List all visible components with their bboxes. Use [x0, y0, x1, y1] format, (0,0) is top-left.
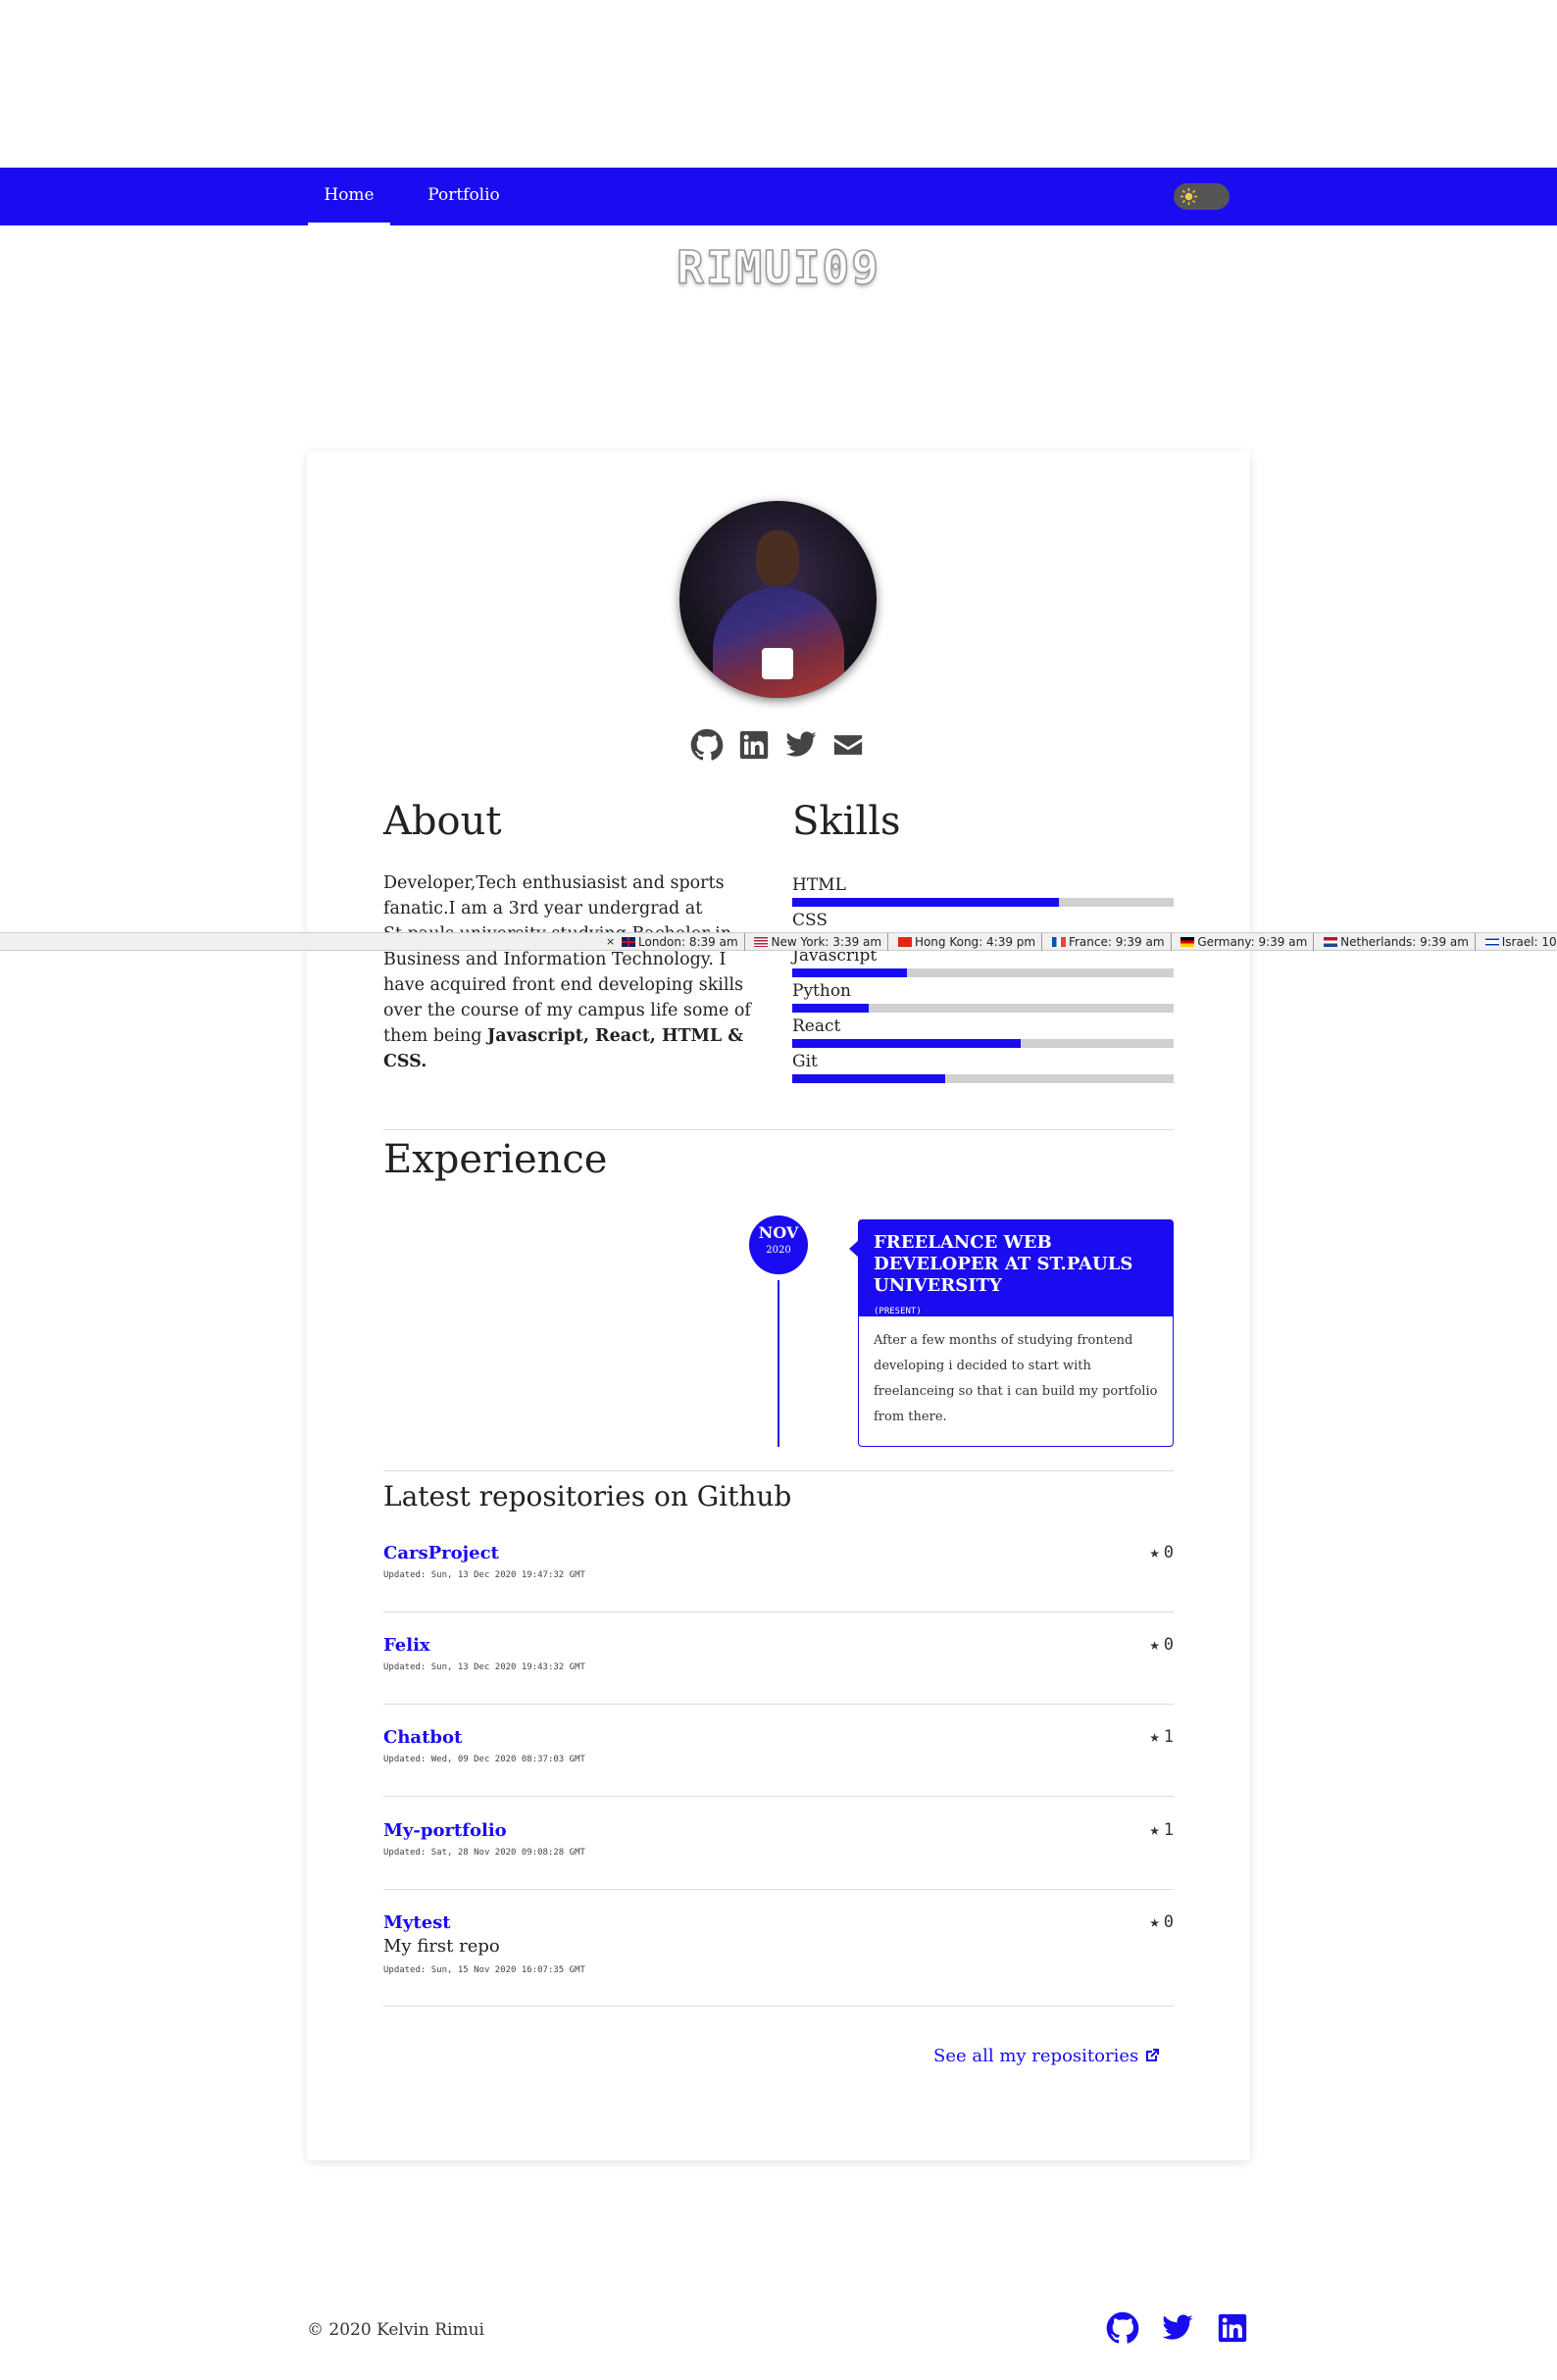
repo-updated: Updated: Wed, 09 Dec 2020 08:37:03 GMT [383, 1755, 585, 1764]
repos-heading: Latest repositories on Github [383, 1480, 792, 1512]
clock-item-israel: Israel: 10:39 am [1480, 933, 1557, 951]
hk-flag-icon [897, 937, 912, 947]
skill-item: Javascript [792, 947, 1174, 977]
experience-description: After a few months of studying frontend … [874, 1333, 1158, 1424]
timeline-line [778, 1280, 779, 1447]
repo-stars: ★ 1 [1149, 1727, 1175, 1747]
email-icon[interactable] [831, 728, 865, 762]
twitter-icon[interactable] [1161, 2311, 1194, 2345]
social-links [690, 728, 867, 762]
about-text: Developer,Tech enthusiasist and sports f… [383, 873, 751, 1071]
star-icon: ★ [1149, 1635, 1160, 1655]
clock-item-new-york: New York: 3:39 am [748, 933, 889, 951]
skill-bar [792, 1004, 1174, 1013]
about-heading: About [383, 799, 502, 844]
repo-updated: Updated: Sat, 28 Nov 2020 09:08:28 GMT [383, 1848, 585, 1858]
experience-date: (PRESENT) [874, 1307, 922, 1316]
skill-item: Python [792, 982, 1174, 1013]
nav-home-link[interactable]: Home [308, 168, 390, 225]
repo-item: Mytest My first repo Updated: Sun, 15 No… [383, 1912, 1174, 2007]
skill-bar [792, 1074, 1174, 1083]
nl-flag-icon [1324, 937, 1338, 947]
repo-updated: Updated: Sun, 13 Dec 2020 19:43:32 GMT [383, 1662, 585, 1672]
repo-stars: ★ 0 [1149, 1543, 1175, 1562]
repo-name-link[interactable]: Felix [383, 1635, 1174, 1659]
divider [383, 1129, 1174, 1130]
skill-item: Git [792, 1053, 1174, 1083]
repo-updated: Updated: Sun, 13 Dec 2020 19:47:32 GMT [383, 1570, 585, 1580]
world-clock-bar: × London: 8:39 am New York: 3:39 am Hong… [0, 932, 1557, 951]
repo-name-link[interactable]: My-portfolio [383, 1820, 1174, 1844]
repo-item: Chatbot Updated: Wed, 09 Dec 2020 08:37:… [383, 1727, 1174, 1797]
clock-item-france: France: 9:39 am [1046, 933, 1172, 951]
linkedin-icon[interactable] [1216, 2311, 1249, 2345]
skill-bar [792, 1039, 1174, 1048]
see-all-repos-link[interactable]: See all my repositories [933, 2046, 1160, 2066]
repo-name-link[interactable]: Mytest [383, 1912, 1174, 1936]
timeline-date-badge: NOV 2020 [749, 1215, 808, 1274]
experience-card: FREELANCE WEB DEVELOPER AT ST.PAULS UNIV… [858, 1219, 1174, 1447]
repo-stars: ★ 0 [1149, 1635, 1175, 1655]
clock-item-london: London: 8:39 am [616, 933, 745, 951]
github-icon[interactable] [1106, 2311, 1139, 2345]
profile-avatar [679, 501, 877, 698]
skills-heading: Skills [792, 799, 901, 844]
repo-item: Felix Updated: Sun, 13 Dec 2020 19:43:32… [383, 1635, 1174, 1705]
repo-name-link[interactable]: CarsProject [383, 1543, 1174, 1566]
repo-stars: ★ 1 [1149, 1820, 1175, 1840]
theme-toggle[interactable] [1174, 183, 1230, 210]
clock-item-netherlands: Netherlands: 9:39 am [1318, 933, 1476, 951]
sun-icon [1180, 187, 1198, 206]
skill-bar [792, 968, 1174, 977]
star-icon: ★ [1149, 1912, 1160, 1932]
repo-name-link[interactable]: Chatbot [383, 1727, 1174, 1751]
nav-portfolio-link[interactable]: Portfolio [410, 168, 518, 225]
us-flag-icon [754, 937, 769, 947]
repo-stars: ★ 0 [1149, 1912, 1175, 1932]
experience-heading: Experience [383, 1137, 608, 1182]
clock-item-germany: Germany: 9:39 am [1175, 933, 1315, 951]
star-icon: ★ [1149, 1727, 1160, 1747]
site-brand-title: RIMUI09 [676, 240, 880, 295]
skill-bar [792, 898, 1174, 907]
navbar: Home Portfolio [0, 168, 1557, 225]
experience-card-header: FREELANCE WEB DEVELOPER AT ST.PAULS UNIV… [859, 1220, 1173, 1316]
close-icon[interactable]: × [606, 933, 615, 951]
de-flag-icon [1180, 937, 1195, 947]
external-link-icon [1146, 2049, 1160, 2061]
github-icon[interactable] [690, 728, 724, 762]
il-flag-icon [1484, 937, 1499, 947]
repo-description: My first repo [383, 1936, 500, 1957]
skill-item: HTML [792, 876, 1174, 907]
repo-item: CarsProject Updated: Sun, 13 Dec 2020 19… [383, 1543, 1174, 1612]
star-icon: ★ [1149, 1820, 1160, 1840]
footer-social-links [1106, 2311, 1253, 2345]
star-icon: ★ [1149, 1543, 1160, 1562]
experience-title: FREELANCE WEB DEVELOPER AT ST.PAULS UNIV… [874, 1232, 1133, 1296]
uk-flag-icon [622, 937, 635, 947]
repo-updated: Updated: Sun, 15 Nov 2020 16:07:35 GMT [383, 1965, 585, 1975]
linkedin-icon[interactable] [737, 728, 771, 762]
footer-copyright: © 2020 Kelvin Rimui [307, 2320, 484, 2340]
divider [383, 1470, 1174, 1471]
fr-flag-icon [1051, 937, 1066, 947]
clock-item-hong-kong: Hong Kong: 4:39 pm [892, 933, 1043, 951]
twitter-icon[interactable] [784, 728, 818, 762]
skill-item: React [792, 1017, 1174, 1048]
repo-item: My-portfolio Updated: Sat, 28 Nov 2020 0… [383, 1820, 1174, 1890]
